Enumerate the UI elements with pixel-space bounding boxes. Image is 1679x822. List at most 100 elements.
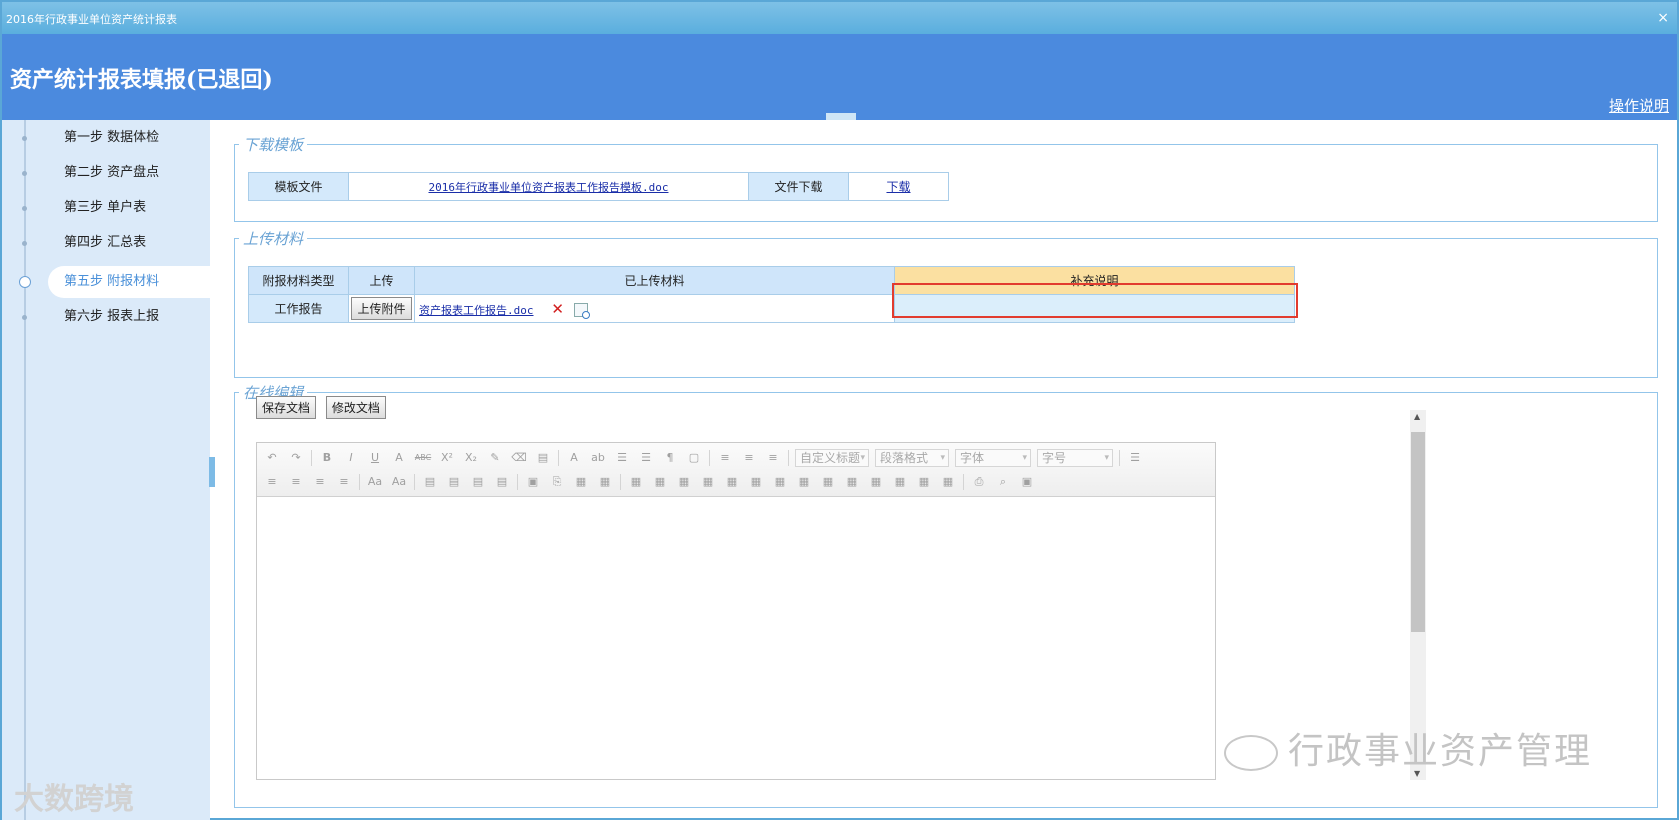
edit-document-button[interactable]: 修改文档: [325, 396, 386, 419]
toolbar-separator: [1119, 450, 1120, 466]
spacing-top-icon[interactable]: ≡: [716, 450, 734, 466]
redo-icon[interactable]: ↷: [287, 450, 305, 466]
scroll-thumb[interactable]: [1411, 432, 1425, 632]
line-height-icon[interactable]: ≡: [764, 450, 782, 466]
image-center-icon[interactable]: ▤: [493, 474, 511, 490]
highlight-color-icon[interactable]: ab: [589, 450, 607, 466]
upload-attachment-button[interactable]: 上传附件: [351, 297, 412, 320]
toolbar-separator: [558, 450, 559, 466]
clear-format-icon[interactable]: ⌫: [510, 450, 528, 466]
paste-text-icon[interactable]: ▤: [534, 450, 552, 466]
step-label: 第二步 资产盘点: [64, 165, 160, 180]
underline-icon[interactable]: U: [366, 450, 384, 466]
highlight-box: [892, 283, 1298, 318]
subscript-icon[interactable]: X₂: [462, 450, 480, 466]
delete-icon[interactable]: ✕: [551, 300, 564, 318]
sidebar-collapse-toggle[interactable]: [209, 457, 215, 487]
blank-page-icon[interactable]: ▢: [685, 450, 703, 466]
delete-table-icon[interactable]: ▦: [651, 474, 669, 490]
font-size-select[interactable]: 字号: [1037, 449, 1113, 467]
paragraph-format-select[interactable]: 段落格式: [875, 449, 949, 467]
section-legend: 下载模板: [243, 136, 304, 154]
step-item-5[interactable]: 第五步 附报材料: [19, 266, 210, 298]
editor-buttons: 保存文档 修改文档: [256, 396, 386, 419]
delete-col-icon[interactable]: ▦: [771, 474, 789, 490]
step-item-6[interactable]: 第六步 报表上报: [22, 301, 210, 333]
table-props-icon[interactable]: ▦: [939, 474, 957, 490]
download-link[interactable]: 下载: [886, 180, 910, 194]
unlink-icon[interactable]: ▦: [596, 474, 614, 490]
image-left-icon[interactable]: ▤: [445, 474, 463, 490]
print-icon[interactable]: ⎙: [970, 474, 988, 490]
col-header-uploaded: 已上传材料: [414, 266, 895, 295]
align-justify-icon[interactable]: ≡: [335, 474, 353, 490]
split-cols-icon[interactable]: ▦: [915, 474, 933, 490]
rich-text-editor: ↶ ↷ B I U A ABC X² X₂ ✎ ⌫ ▤ A ab ☰ ☰ ¶ ▢…: [256, 442, 1216, 780]
undo-icon[interactable]: ↶: [263, 450, 281, 466]
step-dot: [22, 241, 27, 246]
collapse-header-handle[interactable]: [826, 113, 856, 120]
help-link[interactable]: 操作说明: [1609, 95, 1669, 116]
toolbar-separator: [788, 450, 789, 466]
paragraph-icon[interactable]: ¶: [661, 450, 679, 466]
directionality-icon[interactable]: ☰: [1126, 450, 1144, 466]
search-replace-icon[interactable]: ▣: [1018, 474, 1036, 490]
section-legend: 上传材料: [243, 230, 304, 248]
bold-icon[interactable]: B: [318, 450, 336, 466]
image-right-icon[interactable]: ▤: [469, 474, 487, 490]
preview-zoom-icon[interactable]: ⌕: [994, 474, 1012, 490]
attachment-icon[interactable]: ⎘: [548, 474, 566, 490]
strikethrough-icon[interactable]: ABC: [414, 450, 432, 466]
font-color-icon[interactable]: A: [565, 450, 583, 466]
scroll-up-icon[interactable]: ▲: [1414, 412, 1420, 421]
merge-right-icon[interactable]: ▦: [819, 474, 837, 490]
font-family-select[interactable]: 字体: [955, 449, 1031, 467]
ordered-list-icon[interactable]: ☰: [613, 450, 631, 466]
insert-row-icon[interactable]: ▦: [699, 474, 717, 490]
step-label: 第三步 单户表: [64, 200, 147, 215]
close-icon[interactable]: ×: [1657, 10, 1669, 26]
font-border-icon[interactable]: A: [390, 450, 408, 466]
spacing-bottom-icon[interactable]: ≡: [740, 450, 758, 466]
watermark-right: 行政事业资产管理: [1224, 722, 1592, 774]
step-item-3[interactable]: 第三步 单户表: [22, 192, 210, 224]
toolbar-separator: [414, 474, 415, 490]
wechat-logo-icon: [1224, 735, 1278, 771]
link-icon[interactable]: ▦: [572, 474, 590, 490]
editor-body[interactable]: [257, 497, 1215, 779]
uploaded-file-link[interactable]: 资产报表工作报告.doc: [419, 304, 534, 317]
step-dot: [22, 136, 27, 141]
toolbar-separator: [620, 474, 621, 490]
italic-icon[interactable]: I: [342, 450, 360, 466]
split-rows-icon[interactable]: ▦: [891, 474, 909, 490]
align-right-icon[interactable]: ≡: [311, 474, 329, 490]
toolbar-row-2: ≡ ≡ ≡ ≡ Aa Aa ▤ ▤ ▤ ▤ ▣ ⎘ ▦ ▦ ▦ ▦ ▦ ▦ ▦ …: [263, 471, 1036, 493]
step-item-4[interactable]: 第四步 汇总表: [22, 227, 210, 259]
to-lowercase-icon[interactable]: Aa: [390, 474, 408, 490]
unordered-list-icon[interactable]: ☰: [637, 450, 655, 466]
step-item-2[interactable]: 第二步 资产盘点: [22, 157, 210, 189]
toolbar-separator: [311, 450, 312, 466]
insert-table-icon[interactable]: ▦: [627, 474, 645, 490]
to-uppercase-icon[interactable]: Aa: [366, 474, 384, 490]
align-center-icon[interactable]: ≡: [287, 474, 305, 490]
superscript-icon[interactable]: X²: [438, 450, 456, 466]
save-document-button[interactable]: 保存文档: [256, 396, 317, 419]
insert-col-icon[interactable]: ▦: [747, 474, 765, 490]
insert-paragraph-before-table-icon[interactable]: ▦: [675, 474, 693, 490]
align-left-icon[interactable]: ≡: [263, 474, 281, 490]
step-item-1[interactable]: 第一步 数据体检: [22, 122, 210, 154]
custom-title-select[interactable]: 自定义标题: [795, 449, 869, 467]
format-painter-icon[interactable]: ✎: [486, 450, 504, 466]
step-dot: [22, 171, 27, 176]
delete-row-icon[interactable]: ▦: [723, 474, 741, 490]
image-none-icon[interactable]: ▤: [421, 474, 439, 490]
merge-cells-icon[interactable]: ▦: [795, 474, 813, 490]
merge-down-icon[interactable]: ▦: [843, 474, 861, 490]
col-header-type: 附报材料类型: [248, 266, 349, 295]
insert-image-icon[interactable]: ▣: [524, 474, 542, 490]
template-file-link[interactable]: 2016年行政事业单位资产报表工作报告模板.doc: [429, 181, 669, 194]
split-cells-icon[interactable]: ▦: [867, 474, 885, 490]
file-download-label: 文件下载: [748, 172, 849, 201]
preview-icon[interactable]: [573, 303, 590, 319]
